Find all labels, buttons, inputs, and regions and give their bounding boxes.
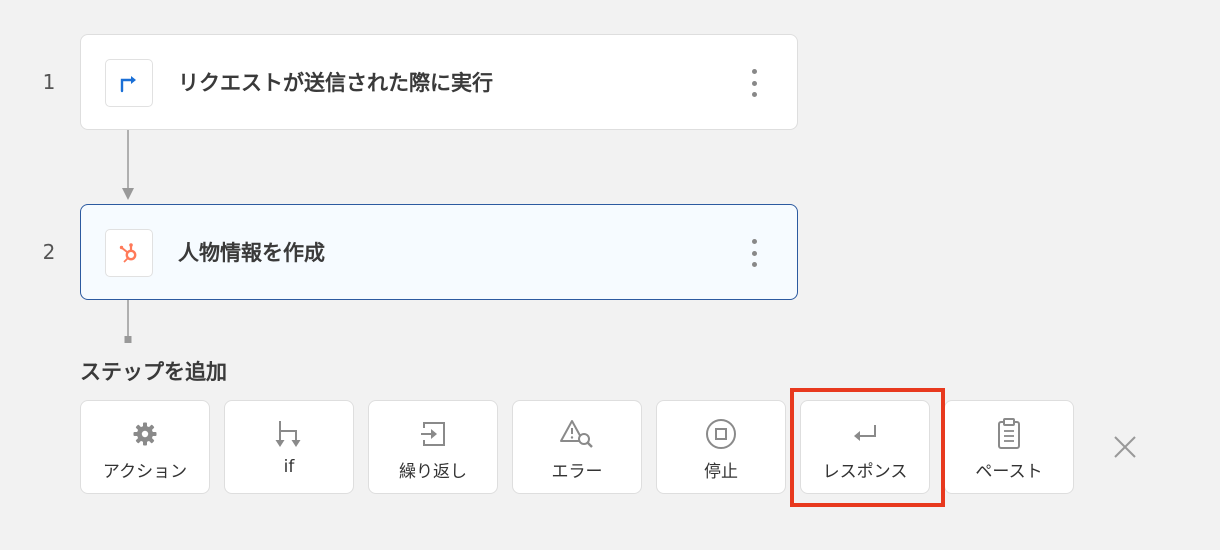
stop-label: 停止 [704, 462, 738, 482]
gear-icon [81, 419, 209, 449]
webhook-arrow-icon [105, 59, 153, 107]
loop-label: 繰り返し [399, 462, 467, 482]
loop-icon [369, 419, 497, 449]
more-options-icon[interactable] [739, 239, 769, 267]
step-number-2: 2 [42, 240, 56, 264]
if-label: if [283, 457, 295, 477]
step-card-trigger[interactable]: リクエストが送信された際に実行 [80, 34, 798, 130]
response-button[interactable]: レスポンス [800, 400, 930, 494]
paste-button[interactable]: ペースト [944, 400, 1074, 494]
hubspot-icon [105, 229, 153, 277]
action-label: アクション [102, 462, 188, 482]
stop-icon [657, 419, 785, 449]
branch-icon [225, 419, 353, 449]
step-number-1: 1 [42, 70, 56, 94]
if-button[interactable]: if [224, 400, 354, 494]
error-label: エラー [551, 462, 603, 482]
connector-stub [124, 300, 132, 343]
clipboard-icon [945, 418, 1073, 449]
error-button[interactable]: エラー [512, 400, 642, 494]
loop-button[interactable]: 繰り返し [368, 400, 498, 494]
step-title: リクエストが送信された際に実行 [178, 71, 493, 95]
paste-label: ペースト [975, 462, 1043, 482]
step-title: 人物情報を作成 [178, 241, 325, 265]
connector-arrow [122, 130, 134, 200]
action-button[interactable]: アクション [80, 400, 210, 494]
error-search-icon [513, 419, 641, 449]
stop-button[interactable]: 停止 [656, 400, 786, 494]
response-label: レスポンス [822, 462, 908, 482]
return-icon [801, 419, 929, 449]
add-step-heading: ステップを追加 [80, 360, 227, 384]
step-card-create-contact[interactable]: 人物情報を作成 [80, 204, 798, 300]
more-options-icon[interactable] [739, 69, 769, 97]
close-icon[interactable] [1110, 432, 1140, 462]
